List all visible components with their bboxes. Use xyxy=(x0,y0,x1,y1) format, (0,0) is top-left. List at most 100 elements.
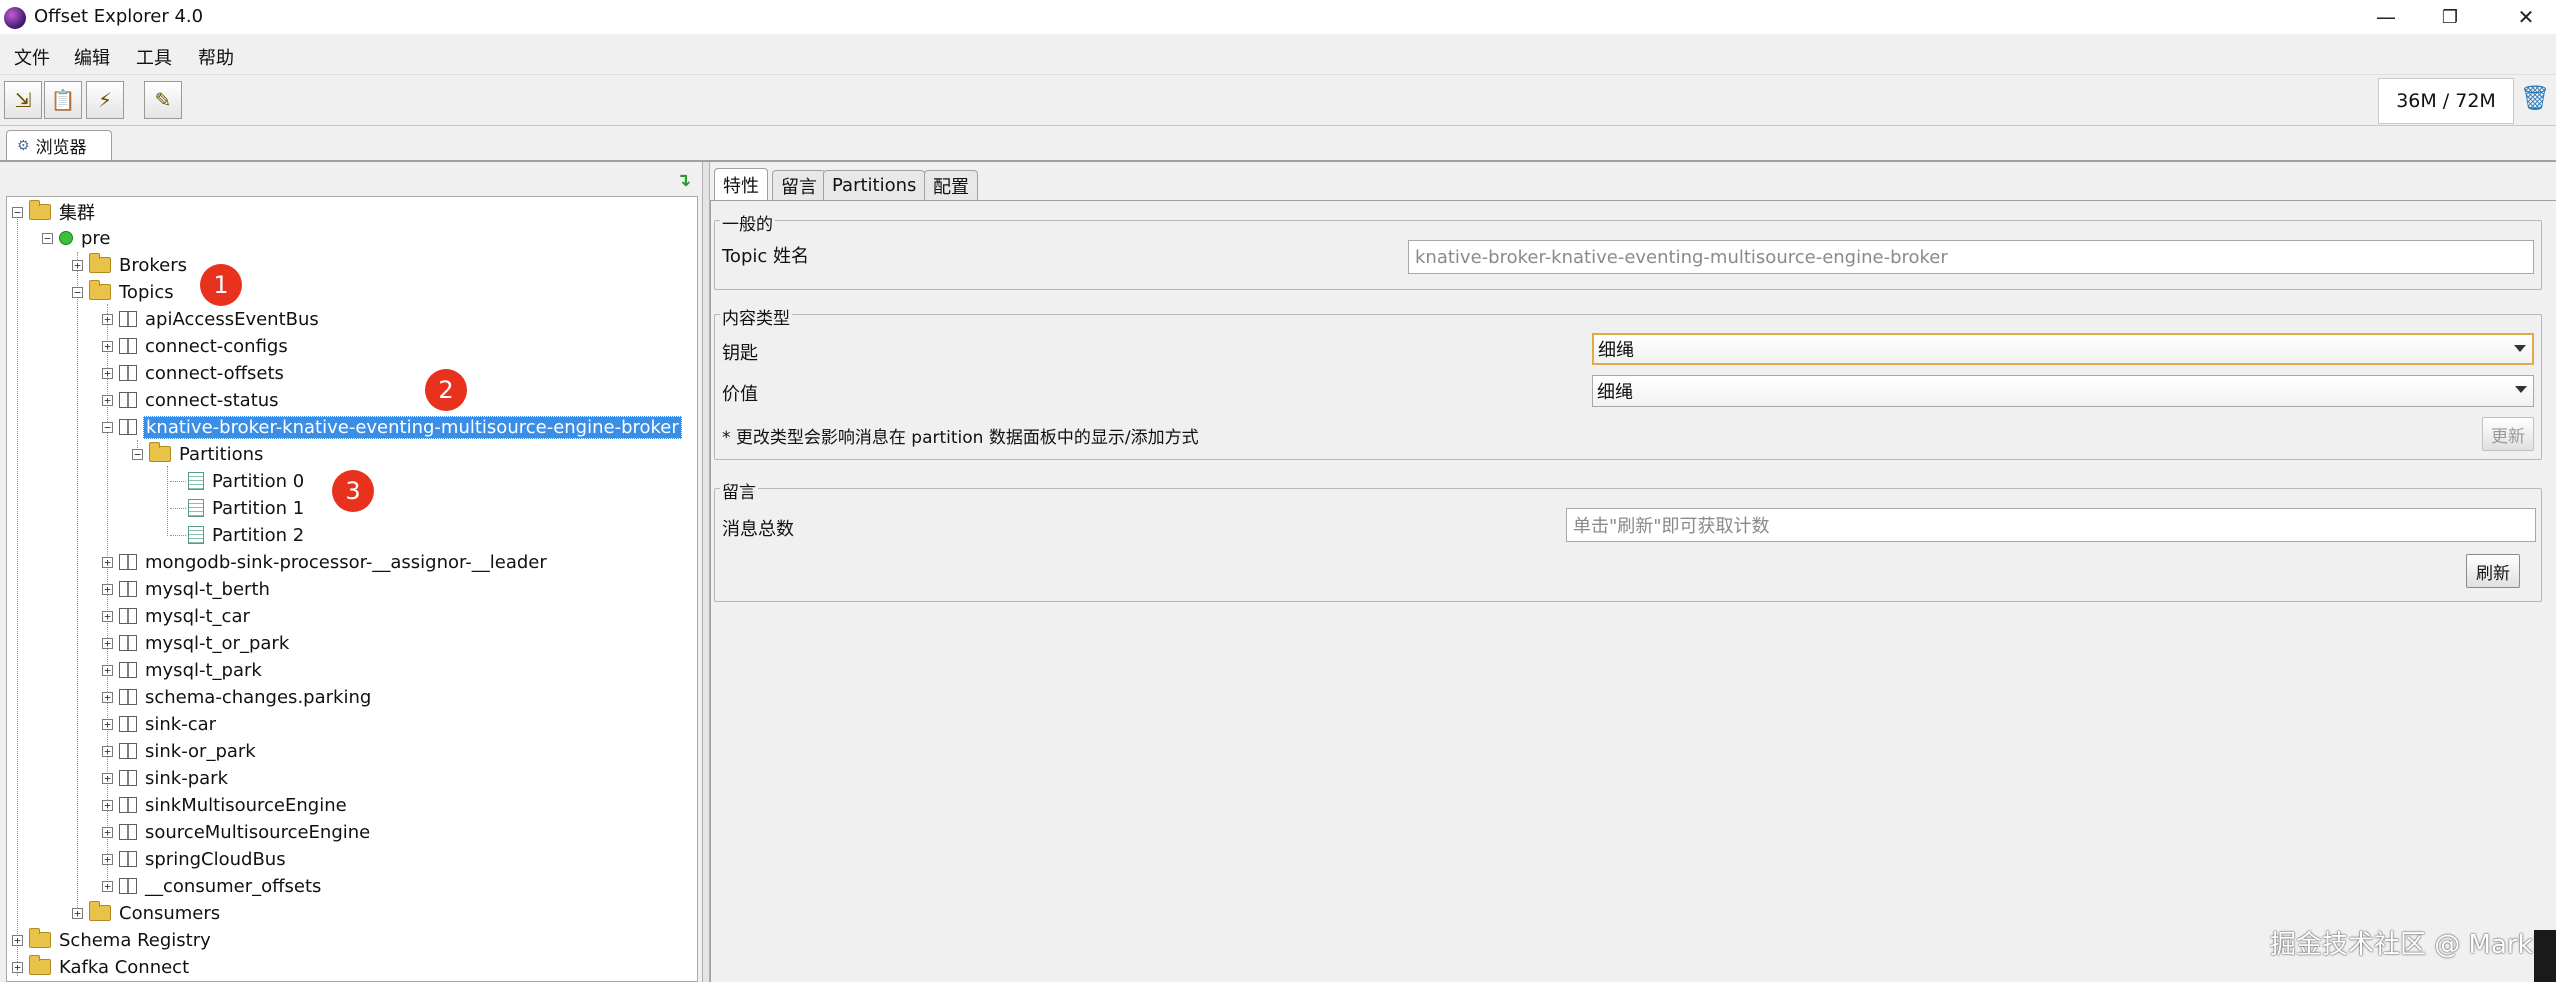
expand-toggle[interactable]: + xyxy=(102,772,113,784)
tree-node-topic[interactable]: + mysql-t_car xyxy=(102,603,252,629)
message-count-label: 消息总数 xyxy=(722,519,794,540)
trash-icon[interactable]: 🗑 xyxy=(2520,84,2550,114)
clipboard-button[interactable]: 📋 xyxy=(44,81,82,119)
folder-icon xyxy=(89,253,111,273)
tree-node-topic[interactable]: + sink-car xyxy=(102,711,218,737)
expand-toggle[interactable]: + xyxy=(102,799,113,811)
callout-marker-3: 3 xyxy=(332,470,374,512)
tree-node-brokers[interactable]: + Brokers xyxy=(72,252,189,278)
menu-edit[interactable]: 编辑 xyxy=(74,44,110,70)
expand-toggle[interactable]: + xyxy=(102,691,113,703)
key-type-value: 细绳 xyxy=(1598,340,1634,361)
restore-button[interactable]: ❐ xyxy=(2420,0,2480,34)
tree-line xyxy=(167,466,168,536)
tree-node-topic[interactable]: + connect-status xyxy=(102,387,281,413)
callout-marker-2: 2 xyxy=(425,369,467,411)
tree-node-cluster-pre[interactable]: − pre xyxy=(42,225,113,251)
tree-node-partition[interactable]: Partition 1 xyxy=(188,495,306,521)
tree-node-label: __consumer_offsets xyxy=(145,875,322,897)
expand-toggle[interactable]: + xyxy=(102,718,113,730)
expand-toggle[interactable]: + xyxy=(102,394,113,406)
tree-node-label: sink-car xyxy=(145,713,217,735)
expand-toggle[interactable]: + xyxy=(102,637,113,649)
expand-toggle[interactable]: + xyxy=(102,880,113,892)
expand-toggle[interactable]: + xyxy=(102,853,113,865)
tree-node-topic[interactable]: + connect-configs xyxy=(102,333,290,359)
refresh-button[interactable]: 刷新 xyxy=(2466,554,2520,588)
collapse-toggle[interactable]: − xyxy=(12,206,23,218)
expand-toggle[interactable]: + xyxy=(102,745,113,757)
content-type-group-title: 内容类型 xyxy=(720,304,792,329)
tree-node-label: pre xyxy=(81,227,111,249)
panel-splitter[interactable] xyxy=(702,162,710,982)
tree-node-label: Consumers xyxy=(119,902,221,924)
add-connection-button[interactable]: ⇲ xyxy=(4,81,42,119)
topic-name-field[interactable]: knative-broker-knative-eventing-multisou… xyxy=(1408,240,2534,274)
window-title: Offset Explorer 4.0 xyxy=(34,6,204,27)
tree-node-consumers[interactable]: + Consumers xyxy=(72,900,222,926)
tab-config[interactable]: 配置 xyxy=(924,170,978,200)
expand-toggle[interactable]: + xyxy=(102,664,113,676)
tab-partitions[interactable]: Partitions xyxy=(823,170,926,200)
collapse-toggle[interactable]: − xyxy=(72,286,83,298)
tree-node-topic[interactable]: + sinkMultisourceEngine xyxy=(102,792,349,818)
collapse-toggle[interactable]: − xyxy=(132,448,143,460)
expand-toggle[interactable]: + xyxy=(102,556,113,568)
value-type-select[interactable]: 细绳 xyxy=(1592,375,2534,407)
topic-icon xyxy=(119,851,137,867)
tree-node-topic[interactable]: + sourceMultisourceEngine xyxy=(102,819,372,845)
tree-node-partition[interactable]: Partition 2 xyxy=(188,522,306,548)
tree-node-cluster-root[interactable]: − 集群 xyxy=(12,199,97,225)
expand-toggle[interactable]: + xyxy=(102,367,113,379)
expand-toggle[interactable]: + xyxy=(102,826,113,838)
tree-node-topic[interactable]: + mysql-t_berth xyxy=(102,576,272,602)
tree-node-partitions[interactable]: − Partitions xyxy=(132,441,265,467)
expand-toggle[interactable]: + xyxy=(12,961,23,973)
tree-node-topic-selected[interactable]: − knative-broker-knative-eventing-multis… xyxy=(102,414,682,440)
tree-node-label: sink-or_park xyxy=(145,740,256,762)
key-type-select[interactable]: 细绳 xyxy=(1592,333,2534,365)
menu-tools[interactable]: 工具 xyxy=(136,44,172,70)
tab-browser[interactable]: ⚙ 浏览器 xyxy=(6,130,112,160)
clipboard-icon: 📋 xyxy=(50,88,76,112)
tab-properties[interactable]: 特性 xyxy=(714,168,768,201)
menu-file[interactable]: 文件 xyxy=(14,44,50,70)
minimize-button[interactable]: — xyxy=(2356,0,2416,34)
close-button[interactable]: ✕ xyxy=(2496,0,2556,34)
tree-node-topic[interactable]: + mongodb-sink-processor-__assignor-__le… xyxy=(102,549,549,575)
tree-node-topic[interactable]: + sink-park xyxy=(102,765,230,791)
tree-node-topic[interactable]: + connect-offsets xyxy=(102,360,286,386)
expand-toggle[interactable]: + xyxy=(102,610,113,622)
tree-node-kafka-connect[interactable]: + Kafka Connect xyxy=(12,954,191,980)
tree-node-topic[interactable]: + mysql-t_park xyxy=(102,657,264,683)
topic-icon xyxy=(119,662,137,678)
expand-toggle[interactable]: + xyxy=(72,259,83,271)
tree-line xyxy=(17,212,18,976)
collapse-toggle[interactable]: − xyxy=(42,232,53,244)
refresh-tree-icon[interactable]: ↴ xyxy=(676,170,696,191)
expand-toggle[interactable]: + xyxy=(102,313,113,325)
tree-node-topic[interactable]: + apiAccessEventBus xyxy=(102,306,321,332)
expand-toggle[interactable]: + xyxy=(102,340,113,352)
tree-node-schema-registry[interactable]: + Schema Registry xyxy=(12,927,213,953)
collapse-toggle[interactable]: − xyxy=(102,421,113,433)
tree-node-topic[interactable]: + sink-or_park xyxy=(102,738,258,764)
connect-button[interactable]: ⚡ xyxy=(86,81,124,119)
tree-node-topics[interactable]: − Topics xyxy=(72,279,176,305)
message-count-field[interactable]: 单击"刷新"即可获取计数 xyxy=(1566,508,2536,542)
tree-node-partition[interactable]: Partition 0 xyxy=(188,468,306,494)
tree-node-topic[interactable]: + schema-changes.parking xyxy=(102,684,373,710)
update-button[interactable]: 更新 xyxy=(2482,417,2534,451)
expand-toggle[interactable]: + xyxy=(72,907,83,919)
tree-node-topic[interactable]: + __consumer_offsets xyxy=(102,873,323,899)
expand-toggle[interactable]: + xyxy=(102,583,113,595)
expand-toggle[interactable]: + xyxy=(12,934,23,946)
topic-icon xyxy=(119,392,137,408)
tab-messages[interactable]: 留言 xyxy=(772,170,826,200)
menu-help[interactable]: 帮助 xyxy=(198,44,234,70)
topic-icon xyxy=(119,608,137,624)
folder-icon xyxy=(29,928,51,948)
tree-node-topic[interactable]: + springCloudBus xyxy=(102,846,288,872)
tree-node-topic[interactable]: + mysql-t_or_park xyxy=(102,630,291,656)
tree-edit-button[interactable]: ✎ xyxy=(144,81,182,119)
